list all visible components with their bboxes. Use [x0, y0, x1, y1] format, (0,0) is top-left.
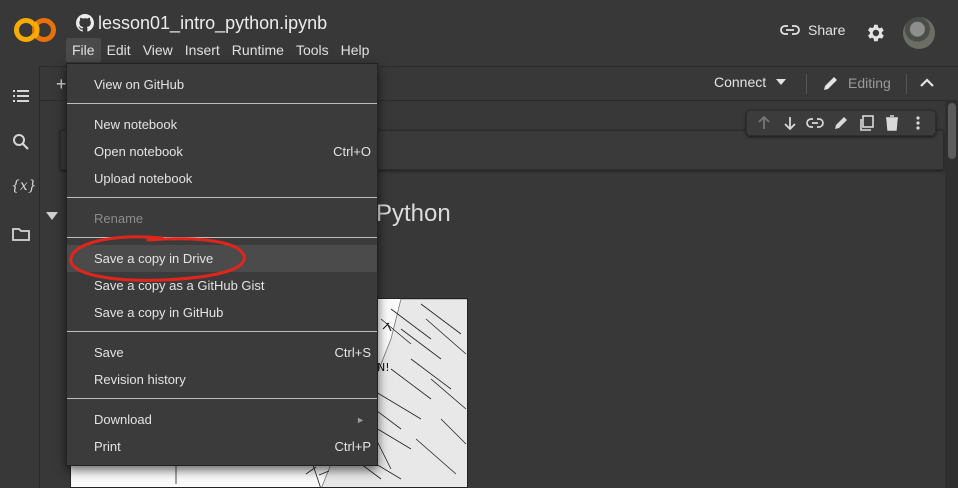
- link-icon[interactable]: [806, 114, 825, 132]
- connect-button[interactable]: Connect: [714, 74, 787, 90]
- user-avatar[interactable]: [903, 17, 935, 49]
- menu-edit[interactable]: Edit: [101, 38, 137, 62]
- menu-view[interactable]: View: [137, 38, 179, 62]
- add-cell-button[interactable]: +: [56, 74, 67, 95]
- menu-item-label: Open notebook: [94, 144, 183, 159]
- notebook-title-text[interactable]: lesson01_intro_python.ipynb: [98, 13, 327, 34]
- menu-item-rename: Rename: [67, 205, 377, 232]
- menu-tools[interactable]: Tools: [290, 38, 335, 62]
- link-icon: [780, 25, 800, 35]
- menu-item-label: Revision history: [94, 372, 186, 387]
- menu-item-open-notebook[interactable]: Open notebook Ctrl+O: [67, 138, 377, 165]
- menu-separator: [67, 237, 377, 238]
- file-menu-dropdown: View on GitHub New notebook Open noteboo…: [66, 63, 378, 466]
- left-sidebar: [0, 66, 40, 488]
- menu-item-shortcut: Ctrl+P: [334, 439, 371, 454]
- menu-item-label: Save a copy in GitHub: [94, 305, 224, 320]
- pencil-icon: [824, 77, 837, 90]
- menu-item-download[interactable]: Download ►: [67, 406, 377, 433]
- menu-separator: [67, 103, 377, 104]
- menu-item-new-notebook[interactable]: New notebook: [67, 111, 377, 138]
- collapse-section-icon[interactable]: [46, 212, 58, 220]
- share-label: Share: [808, 22, 846, 38]
- menu-item-label: Save a copy as a GitHub Gist: [94, 278, 265, 293]
- menu-item-save-copy-in-drive[interactable]: Save a copy in Drive: [67, 245, 377, 272]
- menu-item-label: Upload notebook: [94, 171, 193, 186]
- chevron-up-icon[interactable]: [918, 76, 936, 90]
- menu-item-label: New notebook: [94, 117, 178, 132]
- gear-icon[interactable]: [864, 22, 886, 44]
- menu-item-label: Print: [94, 439, 121, 454]
- table-of-contents-icon[interactable]: [11, 86, 31, 106]
- menu-item-print[interactable]: Print Ctrl+P: [67, 433, 377, 460]
- folder-icon[interactable]: [11, 224, 31, 244]
- menu-file[interactable]: File: [66, 38, 101, 62]
- search-icon[interactable]: [11, 132, 31, 152]
- menu-bar: File Edit View Insert Runtime Tools Help: [66, 38, 375, 62]
- menu-item-label: Download: [94, 412, 152, 427]
- toolbar-separator: [906, 74, 907, 94]
- menu-item-save-copy-in-github[interactable]: Save a copy in GitHub: [67, 299, 377, 326]
- colab-logo[interactable]: [12, 12, 58, 48]
- menu-separator: [67, 197, 377, 198]
- menu-item-label: Save a copy in Drive: [94, 251, 214, 266]
- github-icon: [76, 14, 94, 32]
- menu-item-revision-history[interactable]: Revision history: [67, 366, 377, 393]
- chevron-down-icon: [776, 79, 787, 85]
- cell-toolbar: [746, 110, 936, 136]
- mirror-cell-icon[interactable]: [858, 114, 876, 132]
- scrollbar-track[interactable]: [945, 101, 958, 488]
- more-icon[interactable]: [909, 114, 927, 132]
- menu-item-label: Save: [94, 345, 124, 360]
- menu-item-label: View on GitHub: [94, 77, 185, 92]
- menu-insert[interactable]: Insert: [179, 38, 226, 62]
- share-button[interactable]: Share: [780, 22, 845, 38]
- editing-label: Editing: [848, 75, 891, 91]
- menu-item-view-on-github[interactable]: View on GitHub: [67, 71, 377, 98]
- menu-runtime[interactable]: Runtime: [226, 38, 290, 62]
- section-heading: Python: [376, 200, 451, 227]
- delete-icon[interactable]: [883, 114, 901, 132]
- menu-separator: [67, 331, 377, 332]
- comic-text: N!: [377, 361, 390, 374]
- menu-item-shortcut: Ctrl+O: [333, 144, 371, 159]
- menu-separator: [67, 398, 377, 399]
- edit-icon[interactable]: [832, 114, 850, 132]
- menu-item-shortcut: Ctrl+S: [334, 345, 371, 360]
- menu-item-label: Rename: [94, 211, 144, 226]
- scrollbar-thumb[interactable]: [948, 103, 956, 159]
- submenu-arrow-icon: ►: [356, 414, 365, 425]
- move-down-icon[interactable]: [781, 114, 799, 132]
- menu-item-save-copy-github-gist[interactable]: Save a copy as a GitHub Gist: [67, 272, 377, 299]
- variables-icon[interactable]: {x}: [11, 178, 37, 198]
- editing-mode-button[interactable]: Editing: [822, 74, 891, 92]
- connect-label: Connect: [714, 74, 767, 90]
- menu-help[interactable]: Help: [335, 38, 376, 62]
- move-up-icon[interactable]: [755, 114, 773, 132]
- notebook-title[interactable]: lesson01_intro_python.ipynb: [76, 10, 327, 36]
- menu-item-save[interactable]: Save Ctrl+S: [67, 339, 377, 366]
- toolbar-separator: [806, 74, 807, 94]
- menu-item-upload-notebook[interactable]: Upload notebook: [67, 165, 377, 192]
